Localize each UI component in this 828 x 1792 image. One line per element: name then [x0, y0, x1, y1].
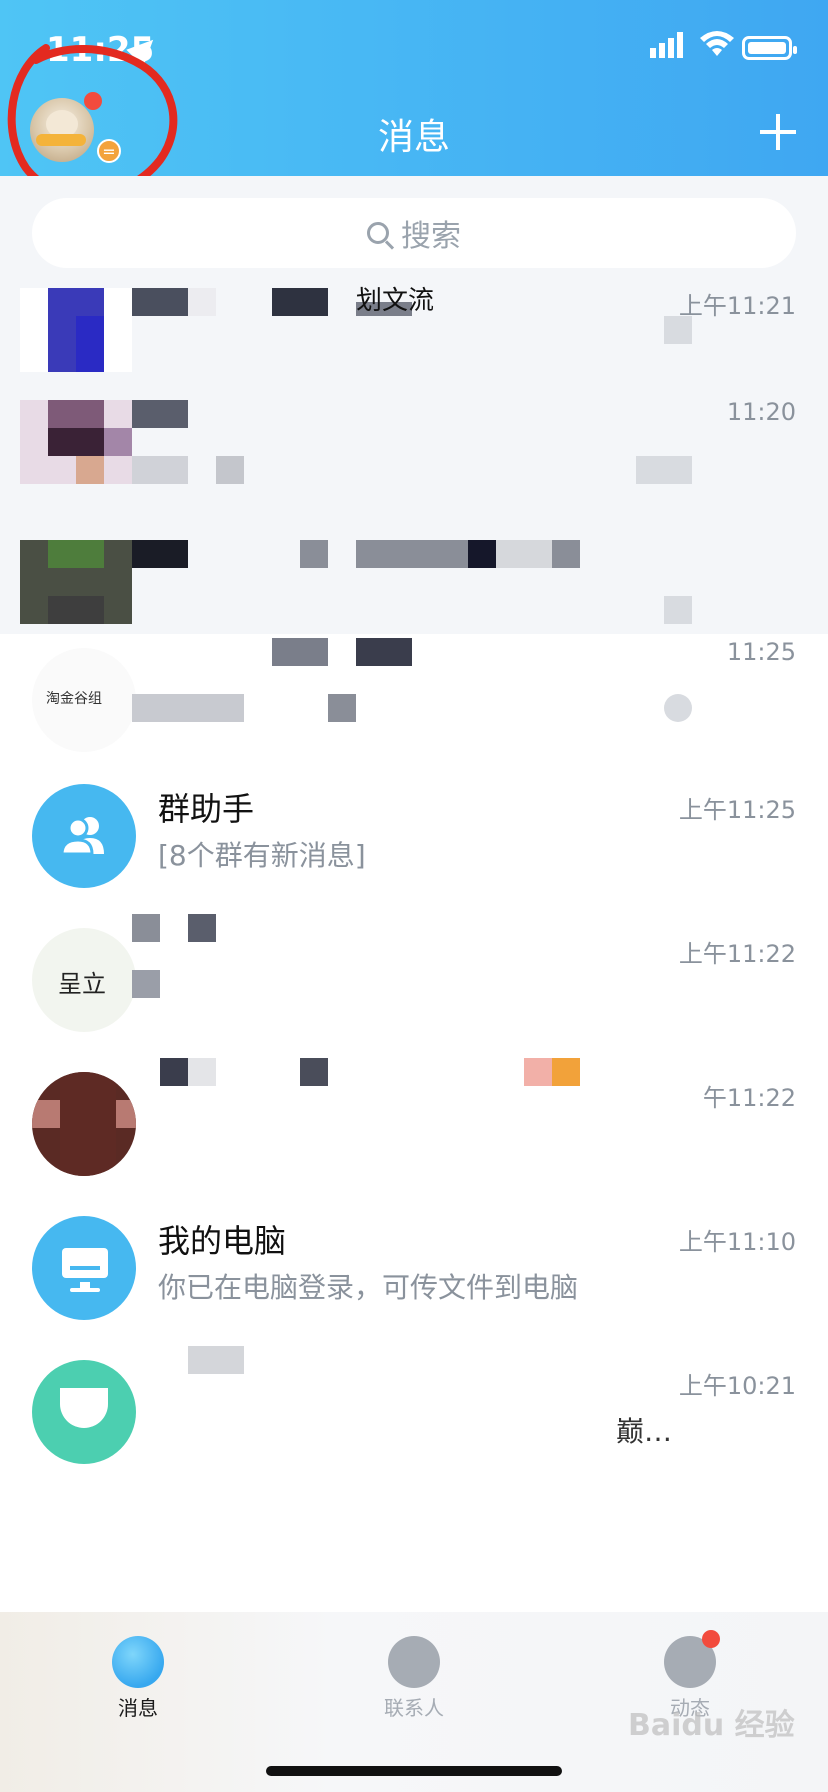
- avatar: [32, 784, 136, 888]
- watermark: Baidu 经验: [628, 1708, 795, 1743]
- badge-dot: [702, 1630, 720, 1648]
- computer-icon: [62, 1248, 108, 1288]
- list-item[interactable]: [0, 510, 828, 634]
- chat-time: 上午11:22: [678, 940, 796, 968]
- tab-messages[interactable]: 消息: [58, 1624, 218, 1721]
- chat-preview: [8个群有新消息]: [158, 839, 366, 872]
- chat-time: 上午11:10: [678, 1228, 796, 1256]
- search-input[interactable]: 搜索: [32, 198, 796, 268]
- avatar: [32, 1072, 136, 1176]
- battery-icon: [742, 36, 797, 60]
- chat-time: 11:20: [726, 398, 796, 426]
- chat-time: 11:25: [726, 638, 796, 666]
- avatar: 淘金谷组: [32, 648, 136, 752]
- chat-name: 我的电脑: [158, 1222, 287, 1260]
- home-indicator[interactable]: [266, 1766, 562, 1776]
- list-item-group-helper[interactable]: 群助手 [8个群有新消息] 上午11:25: [0, 762, 828, 906]
- chat-name: 群助手: [158, 790, 255, 828]
- list-item[interactable]: 呈立 上午11:22: [0, 906, 828, 1050]
- wifi-icon: [700, 31, 734, 56]
- avatar: 呈立: [32, 928, 136, 1032]
- list-item[interactable]: 巅… 上午10:21: [0, 1338, 828, 1482]
- chat-preview: 巅…: [616, 1415, 673, 1448]
- chat-name: 划文流: [356, 286, 435, 316]
- search-icon: [367, 222, 389, 244]
- group-people-icon: [60, 817, 104, 854]
- chat-bubble-icon: [112, 1636, 164, 1688]
- avatar: [20, 400, 132, 484]
- list-item-my-computer[interactable]: 我的电脑 你已在电脑登录，可传文件到电脑 上午11:10: [0, 1194, 828, 1338]
- list-item[interactable]: 淘金谷组 11:25: [0, 636, 828, 762]
- chat-preview: 你已在电脑登录，可传文件到电脑: [158, 1271, 579, 1304]
- add-plus-icon[interactable]: [760, 114, 796, 150]
- avatar-label: 淘金谷组: [46, 691, 102, 707]
- chat-time: 午11:22: [702, 1084, 796, 1112]
- chat-time: 上午10:21: [678, 1372, 796, 1400]
- chat-time: 上午11:21: [678, 292, 796, 320]
- tab-label: 联系人: [384, 1696, 444, 1720]
- cellular-signal-icon: [650, 32, 683, 58]
- search-placeholder: 搜索: [401, 219, 461, 254]
- avatar: [32, 1360, 136, 1464]
- avatar: [32, 1216, 136, 1320]
- page-title: 消息: [377, 117, 450, 158]
- top-header: 11:25 = 消息: [0, 0, 828, 200]
- star-planet-icon: [664, 1630, 720, 1688]
- search-area: 搜索: [0, 176, 828, 286]
- list-item[interactable]: 午11:22: [0, 1050, 828, 1194]
- contacts-icon: [388, 1636, 440, 1688]
- chat-time: 上午11:25: [678, 796, 796, 824]
- tab-label: 消息: [118, 1696, 158, 1720]
- avatar: [20, 540, 132, 624]
- avatar: [48, 288, 104, 372]
- avatar-label: 呈立: [58, 970, 106, 998]
- tab-contacts[interactable]: 联系人: [334, 1624, 494, 1721]
